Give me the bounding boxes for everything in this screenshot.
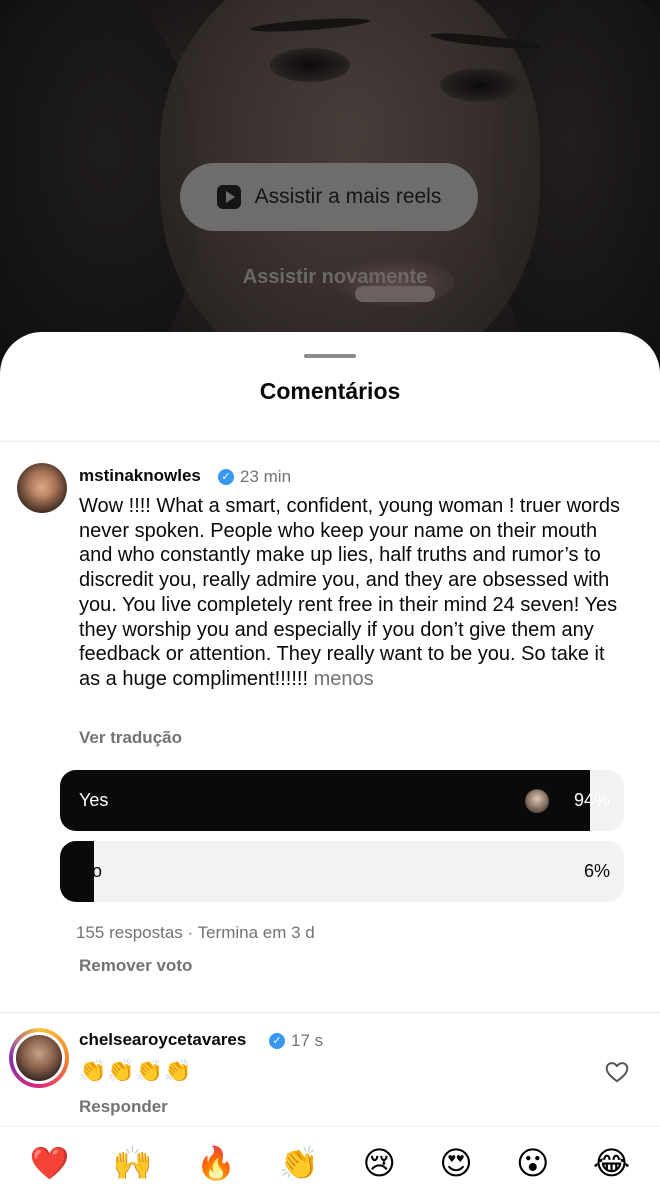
comment-time: 23 min — [240, 467, 292, 486]
comments-sheet: Comentários mstinaknowles ✓ 23 min Wow !… — [0, 332, 660, 1200]
reaction-fire[interactable]: 🔥 — [196, 1147, 236, 1179]
poll-meta: 155 respostas · Termina em 3 d — [76, 923, 315, 942]
verified-badge-icon: ✓ — [218, 469, 234, 485]
poll-option-label: No — [79, 861, 103, 881]
watch-more-reels-label: Assistir a mais reels — [254, 185, 442, 208]
reaction-raising-hands[interactable]: 🙌 — [113, 1147, 153, 1179]
comment-body: Wow !!!! What a smart, confident, young … — [79, 495, 620, 690]
avatar[interactable] — [13, 1032, 65, 1084]
verified-badge-icon: ✓ — [269, 1033, 285, 1049]
video-eye-shape — [440, 68, 520, 102]
comment-text: 👏👏👏👏 — [79, 1058, 193, 1083]
reply-button[interactable]: Responder — [79, 1097, 168, 1117]
reaction-heart[interactable]: ❤️ — [30, 1147, 70, 1179]
poll-option-percent: 6% — [583, 861, 610, 881]
see-translation-link[interactable]: Ver tradução — [79, 728, 182, 748]
reaction-surprised[interactable]: 😮 — [516, 1147, 549, 1179]
quick-reactions-bar: ❤️ 🙌 🔥 👏 😢 😍 😮 😂 — [0, 1138, 660, 1188]
less-link[interactable]: menos — [314, 668, 374, 690]
poll-fill-bar — [60, 770, 590, 831]
reel-video-background[interactable]: Assistir a mais reels Assistir novamente — [0, 0, 660, 380]
video-eye-shape — [270, 48, 350, 82]
reaction-heart-eyes[interactable]: 😍 — [439, 1147, 472, 1179]
divider — [0, 441, 660, 442]
heart-outline-icon[interactable] — [604, 1059, 630, 1085]
voter-avatar — [525, 789, 549, 813]
poll-option-yes[interactable]: Yes 94% — [60, 770, 624, 831]
sheet-title: Comentários — [259, 378, 401, 404]
reaction-laughing[interactable]: 😂 — [593, 1147, 630, 1179]
avatar[interactable] — [17, 463, 67, 513]
divider — [0, 1012, 660, 1013]
divider — [0, 1126, 660, 1127]
sheet-drag-handle[interactable] — [304, 354, 356, 358]
poll-option-label: Yes — [79, 790, 109, 810]
comment-username[interactable]: mstinaknowles — [79, 466, 201, 486]
comment-username[interactable]: chelsearoycetavares — [79, 1030, 246, 1050]
comment-time: 17 s — [291, 1031, 324, 1050]
watch-more-reels-button[interactable]: Assistir a mais reels — [180, 163, 478, 231]
reaction-clap[interactable]: 👏 — [279, 1147, 319, 1179]
poll-option-percent: 94% — [573, 790, 610, 810]
reaction-crying[interactable]: 😢 — [363, 1147, 396, 1179]
remove-vote-button[interactable]: Remover voto — [79, 956, 192, 976]
watch-again-button[interactable]: Assistir novamente — [0, 266, 660, 289]
play-icon — [216, 185, 241, 209]
comment-text: Wow !!!! What a smart, confident, young … — [79, 494, 624, 692]
poll-option-no[interactable]: No 6% — [60, 841, 624, 902]
